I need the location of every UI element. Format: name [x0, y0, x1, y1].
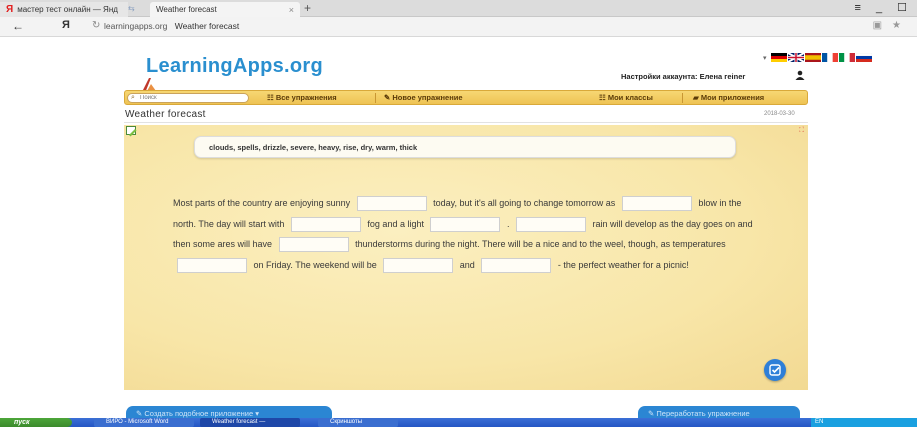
url-domain: learningapps.org [104, 21, 168, 31]
it-flag-icon[interactable] [838, 53, 855, 62]
tab-weather-forecast[interactable]: Weather forecast × [150, 2, 300, 17]
fullscreen-icon[interactable]: ⛶ [799, 127, 804, 135]
chevron-down-icon[interactable]: ▾ [763, 54, 767, 62]
nav-my-apps-label: Мои приложения [700, 93, 765, 102]
answer-blank[interactable] [383, 257, 454, 273]
rework-label: Переработать упражнение [656, 409, 750, 418]
search-box[interactable]: ⌕ [127, 93, 249, 103]
url-field[interactable]: learningapps.org Weather forecast [104, 21, 239, 31]
nav-my-apps[interactable]: ▰ Мои приложения [693, 93, 764, 102]
folder-icon: ▰ [693, 93, 699, 102]
user-icon[interactable] [795, 70, 805, 80]
answer-blank[interactable] [290, 216, 361, 232]
search-input[interactable] [140, 94, 245, 102]
yandex-logo-icon: Я [6, 4, 14, 15]
address-bar: ← Я ↻ learningapps.org Weather forecast … [0, 17, 917, 37]
gap-fill-text: Most parts of the country are enjoying s… [173, 193, 763, 275]
text-segment: thunderstorms during the night. There wi… [355, 239, 726, 249]
es-flag-icon[interactable] [804, 53, 821, 62]
nav-divider [375, 93, 376, 103]
tab-yandex[interactable]: Я мастер тест онлайн — Янд [0, 2, 128, 17]
nav-new-exercise[interactable]: ✎ Новое упражнение [384, 93, 463, 102]
title-divider [124, 122, 808, 123]
main-nav-bar: ⌕ ☷ Все упражнения ✎ Новое упражнение ☷ … [124, 90, 808, 105]
yandex-button[interactable]: Я [62, 19, 70, 31]
nav-my-classes[interactable]: ☷ Мои классы [599, 93, 653, 102]
new-tab-button[interactable]: + [304, 1, 311, 15]
nav-my-classes-label: Мои классы [607, 93, 653, 102]
de-flag-icon[interactable] [770, 53, 787, 62]
grid-icon: ☷ [267, 93, 274, 102]
answer-blank[interactable] [516, 216, 587, 232]
account-settings-link[interactable]: Настройки аккаунта: Елена геiner [621, 72, 745, 81]
taskbar-item-browser[interactable]: Weather forecast — [200, 418, 300, 427]
text-segment: fog and a light [367, 218, 424, 229]
os-taskbar: пуск ВИРО - Microsoft Word Weather forec… [0, 418, 917, 427]
language-selector[interactable]: ▾ [763, 53, 872, 62]
nav-divider [682, 93, 683, 103]
start-button[interactable]: пуск [0, 418, 72, 427]
list-icon: ☷ [599, 93, 606, 102]
tab-label: мастер тест онлайн — Янд [17, 5, 118, 14]
nav-all-exercises-label: Все упражнения [275, 93, 337, 102]
logo-text: LearningApps.org [146, 55, 324, 77]
bookmark-star-icon[interactable]: ▣★ [873, 20, 911, 31]
check-answers-button[interactable] [764, 359, 786, 381]
nav-new-exercise-label: Новое упражнение [392, 93, 463, 102]
exercise-date: 2018-03-30 [764, 111, 795, 117]
create-similar-label: Создать подобное приложение [144, 409, 254, 418]
exercise-area: ⛶ clouds, spells, drizzle, severe, heavy… [124, 125, 808, 390]
answer-blank[interactable] [621, 196, 692, 212]
text-segment: Most parts of the country are enjoying s… [173, 198, 351, 208]
url-page-title: Weather forecast [174, 21, 240, 31]
text-segment: - the perfect weather for a picnic! [557, 259, 689, 270]
ru-flag-icon[interactable] [855, 53, 872, 62]
window-controls[interactable]: ≡ _ ☐ [854, 1, 913, 14]
nav-all-exercises[interactable]: ☷ Все упражнения [267, 93, 337, 102]
browser-tab-strip: Я мастер тест онлайн — Янд ⇆ Weather for… [0, 0, 917, 17]
text-segment: today, but it's all going to change tomo… [433, 198, 616, 208]
answer-blank[interactable] [356, 196, 427, 212]
edit-icon: ✎ [136, 409, 143, 418]
fr-flag-icon[interactable] [821, 53, 838, 62]
pencil-icon: ✎ [648, 409, 655, 418]
taskbar-item-word[interactable]: ВИРО - Microsoft Word [94, 418, 194, 427]
answer-blank[interactable] [430, 216, 501, 232]
text-segment: on Friday. The weekend will be [253, 259, 377, 270]
word-bank: clouds, spells, drizzle, severe, heavy, … [194, 136, 736, 158]
tab-label: Weather forecast [156, 5, 217, 14]
back-arrow-icon[interactable]: ← [12, 19, 24, 33]
answer-blank[interactable] [177, 257, 247, 273]
text-segment: . [507, 218, 510, 229]
pencil-icon: ✎ [384, 93, 391, 102]
chevron-down-icon: ▾ [255, 409, 259, 418]
answer-blank[interactable] [481, 257, 552, 273]
search-icon: ⌕ [131, 94, 135, 101]
tab-cast-icon: ⇆ [128, 4, 135, 13]
edit-note-icon[interactable] [126, 126, 137, 137]
exercise-title: Weather forecast [125, 109, 206, 120]
reload-icon[interactable]: ↻ [92, 20, 100, 31]
close-tab-icon[interactable]: × [289, 5, 294, 15]
gb-flag-icon[interactable] [787, 53, 804, 62]
taskbar-item-screenshots[interactable]: Скриншоты [318, 418, 398, 427]
check-icon [769, 364, 781, 376]
answer-blank[interactable] [278, 237, 349, 253]
system-tray: EN [811, 418, 917, 427]
text-segment: and [459, 259, 475, 270]
